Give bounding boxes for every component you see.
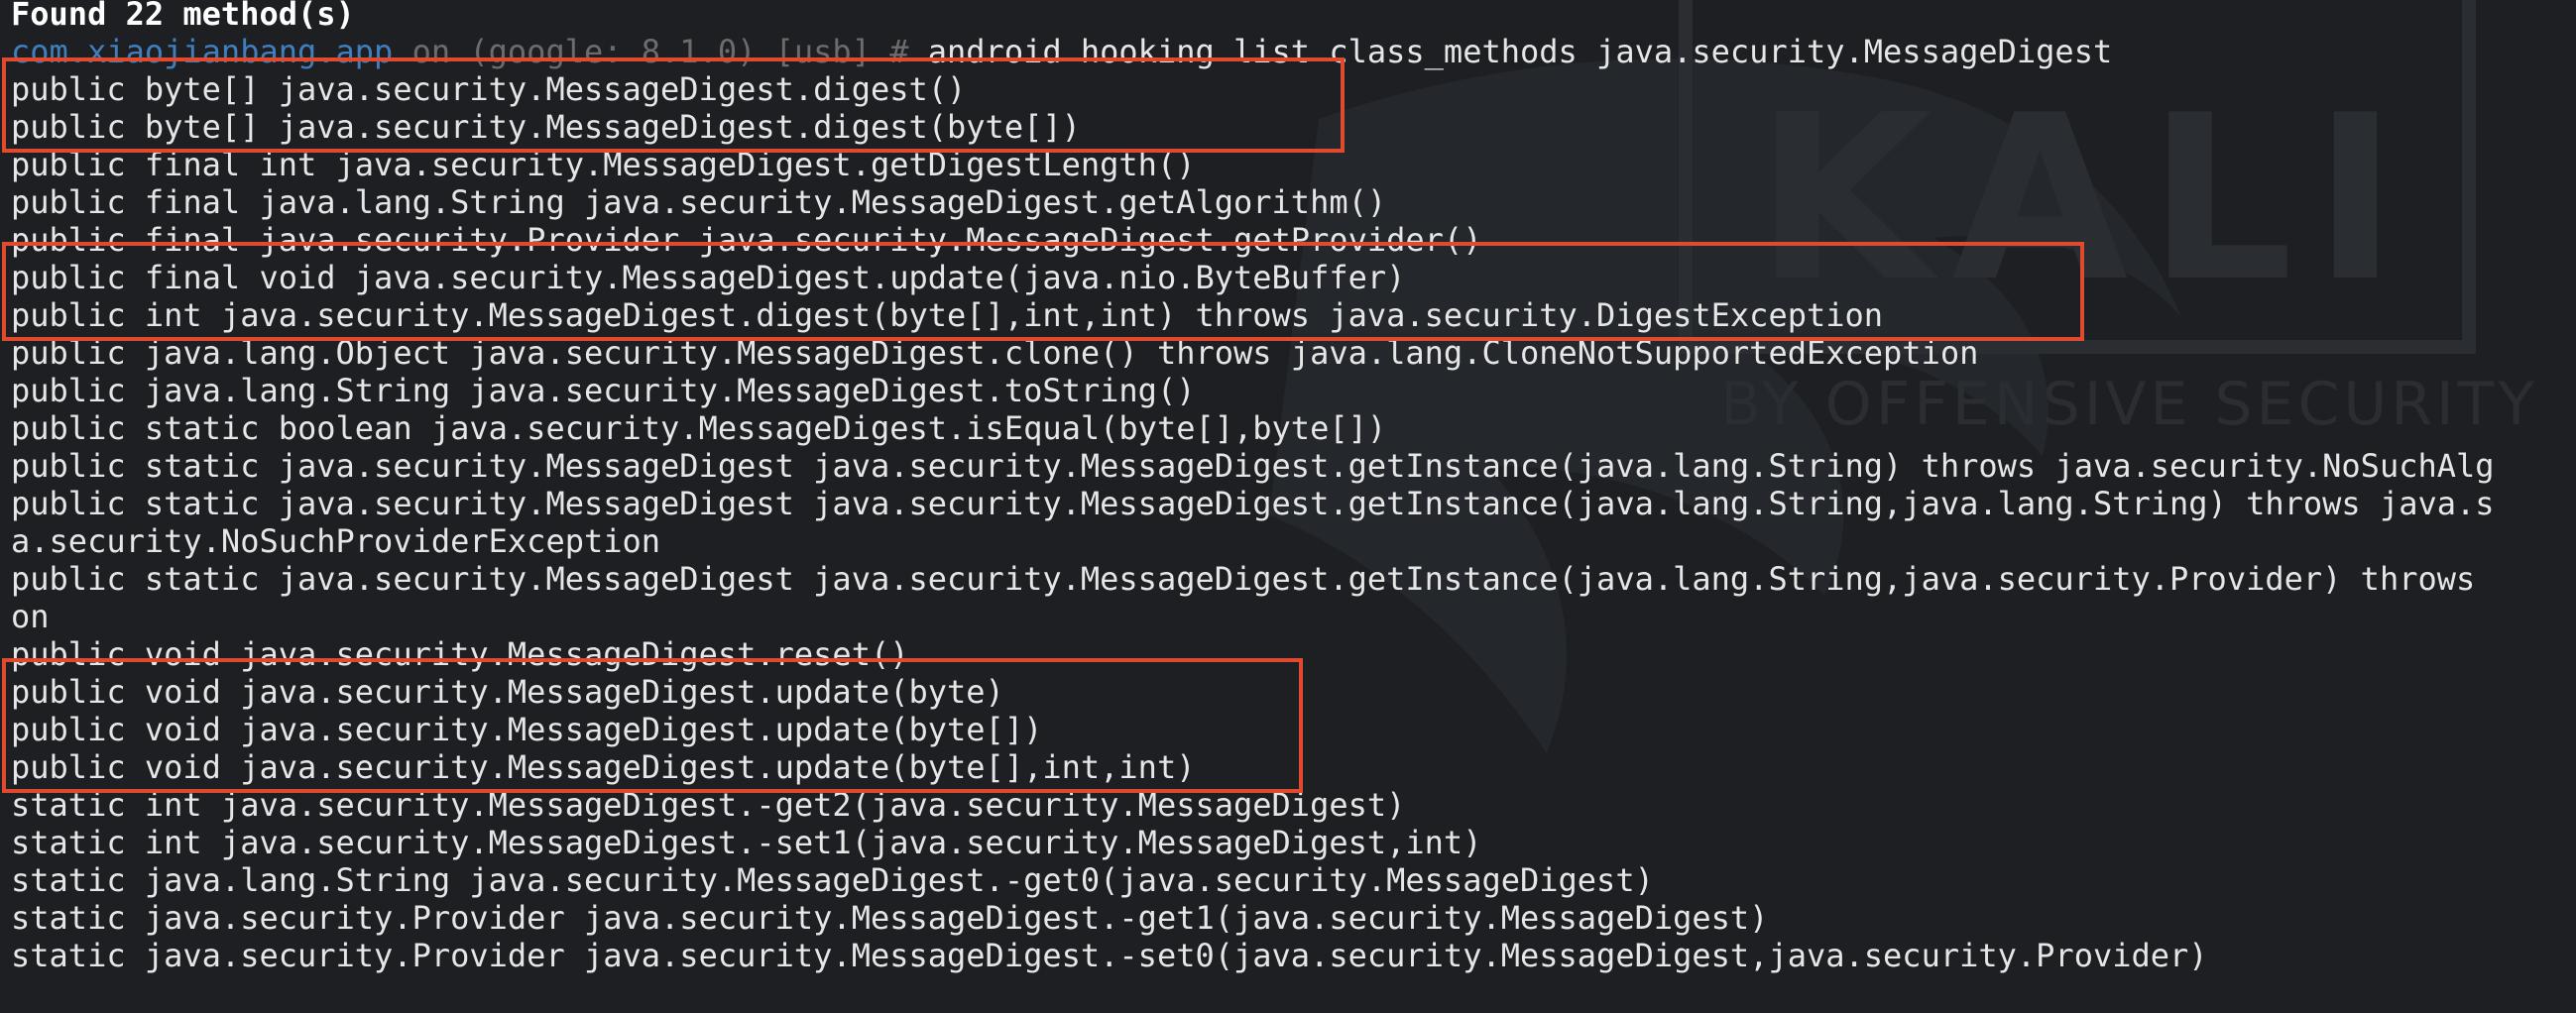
method-line: static java.security.Provider java.secur… <box>11 899 1769 937</box>
output-header: Found 22 method(s) <box>11 0 355 33</box>
method-line: public int java.security.MessageDigest.d… <box>11 296 1884 334</box>
method-line: public static boolean java.security.Mess… <box>11 409 1387 447</box>
method-line: public void java.security.MessageDigest.… <box>11 673 1004 711</box>
method-line: public static java.security.MessageDiges… <box>11 447 2495 485</box>
method-line: public byte[] java.security.MessageDiges… <box>11 70 967 108</box>
method-line: public final java.security.Provider java… <box>11 221 1482 259</box>
method-line-wrap: a.security.NoSuchProviderException <box>11 522 661 560</box>
method-line: public void java.security.MessageDigest.… <box>11 635 909 673</box>
terminal-output: Found 22 method(s) com.xiaojianbang.app … <box>11 0 2495 974</box>
method-line: public byte[] java.security.MessageDiges… <box>11 108 1081 146</box>
method-line: public final java.lang.String java.secur… <box>11 183 1387 221</box>
method-line: public java.lang.String java.security.Me… <box>11 372 1196 409</box>
method-line-wrap: on <box>11 598 50 635</box>
method-line: static int java.security.MessageDigest.-… <box>11 824 1482 861</box>
prompt-host: com.xiaojianbang.app <box>11 33 394 70</box>
method-line: public void java.security.MessageDigest.… <box>11 748 1196 786</box>
method-line: static java.security.Provider java.secur… <box>11 937 2208 974</box>
method-line: public static java.security.MessageDiges… <box>11 485 2495 522</box>
method-line: public final void java.security.MessageD… <box>11 259 1406 296</box>
prompt-command: android hooking list class_methods java.… <box>927 33 2113 70</box>
method-line: static int java.security.MessageDigest.-… <box>11 786 1406 824</box>
method-line: public static java.security.MessageDiges… <box>11 560 2476 598</box>
method-line: public void java.security.MessageDigest.… <box>11 711 1043 748</box>
method-line: public final int java.security.MessageDi… <box>11 146 1196 183</box>
method-line: static java.lang.String java.security.Me… <box>11 861 1654 899</box>
prompt-device-info: on (google: 8.1.0) [usb] # <box>393 33 928 70</box>
terminal-window[interactable]: KALI BY OFFENSIVE SECURITY Found 22 meth… <box>0 0 2576 1013</box>
command-prompt-line[interactable]: com.xiaojianbang.app on (google: 8.1.0) … <box>11 33 2495 70</box>
method-line: public java.lang.Object java.security.Me… <box>11 334 1979 372</box>
